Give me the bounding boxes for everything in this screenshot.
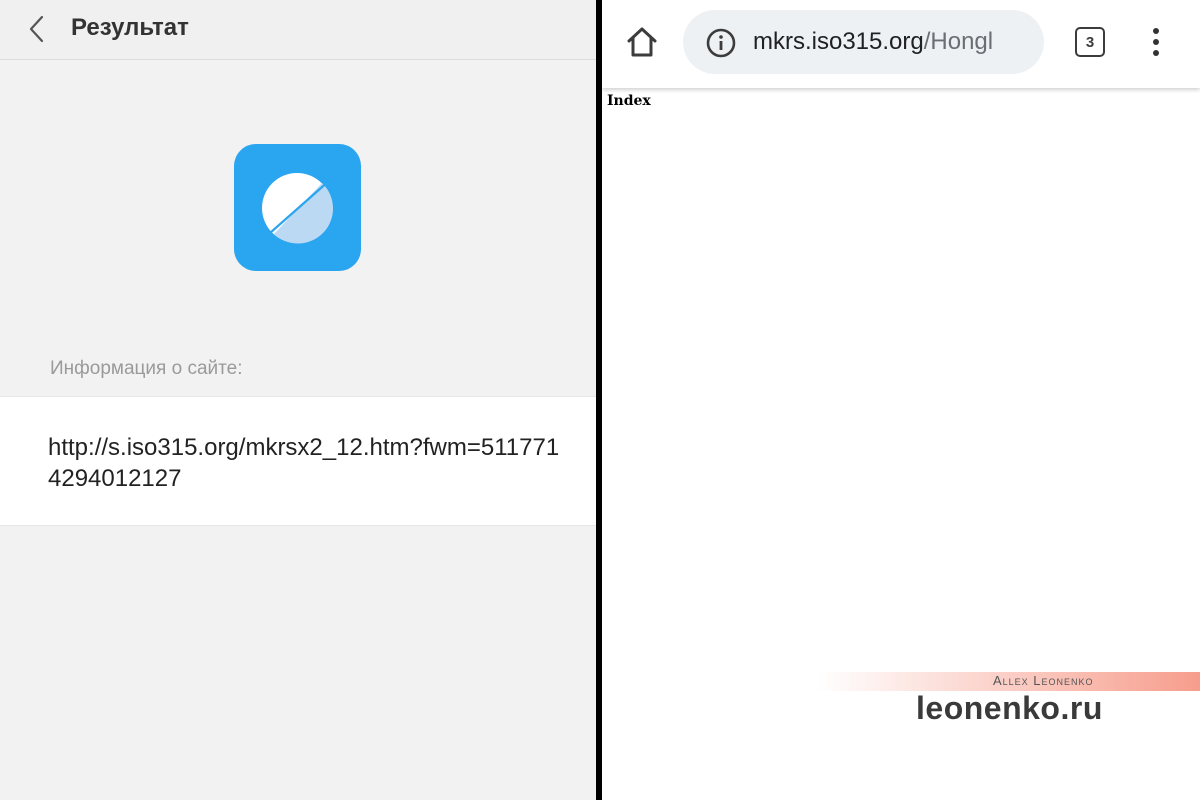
watermark-site: leonenko.ru (916, 690, 1103, 726)
address-text[interactable]: mkrs.iso315.org/Hongl (753, 28, 993, 56)
url-card[interactable]: http://s.iso315.org/mkrsx2_12.htm?fwm=51… (0, 396, 596, 526)
page-body-text: Index (607, 93, 651, 109)
scanned-url[interactable]: http://s.iso315.org/mkrsx2_12.htm?fwm=51… (48, 432, 568, 494)
app-bar: Результат (0, 0, 596, 60)
url-host: mkrs.iso315.org (753, 28, 924, 55)
browser-planet-icon (234, 144, 361, 271)
browser-toolbar: mkrs.iso315.org/Hongl 3 (602, 0, 1200, 88)
home-button[interactable] (622, 22, 662, 62)
page-title: Результат (71, 14, 189, 41)
info-icon[interactable] (705, 27, 737, 59)
scan-result-screen: Результат Информация о сайте: http://s.i… (0, 0, 596, 800)
home-icon (627, 27, 657, 57)
chevron-left-icon (29, 15, 44, 43)
menu-dot (1153, 39, 1159, 45)
watermark-author: Allex Leonenko (993, 673, 1094, 688)
url-path: /Hongl (923, 28, 994, 55)
more-vert-icon[interactable] (1146, 24, 1166, 60)
address-bar[interactable]: mkrs.iso315.org/Hongl (683, 10, 1044, 74)
tabs-button[interactable]: 3 (1075, 27, 1105, 57)
watermark: Allex Leonenko leonenko.ru (818, 672, 1200, 732)
back-button[interactable] (20, 12, 54, 46)
tab-count: 3 (1085, 33, 1095, 51)
menu-dot (1153, 50, 1159, 56)
site-info-label: Информация о сайте: (50, 358, 243, 379)
menu-dot (1153, 28, 1159, 34)
